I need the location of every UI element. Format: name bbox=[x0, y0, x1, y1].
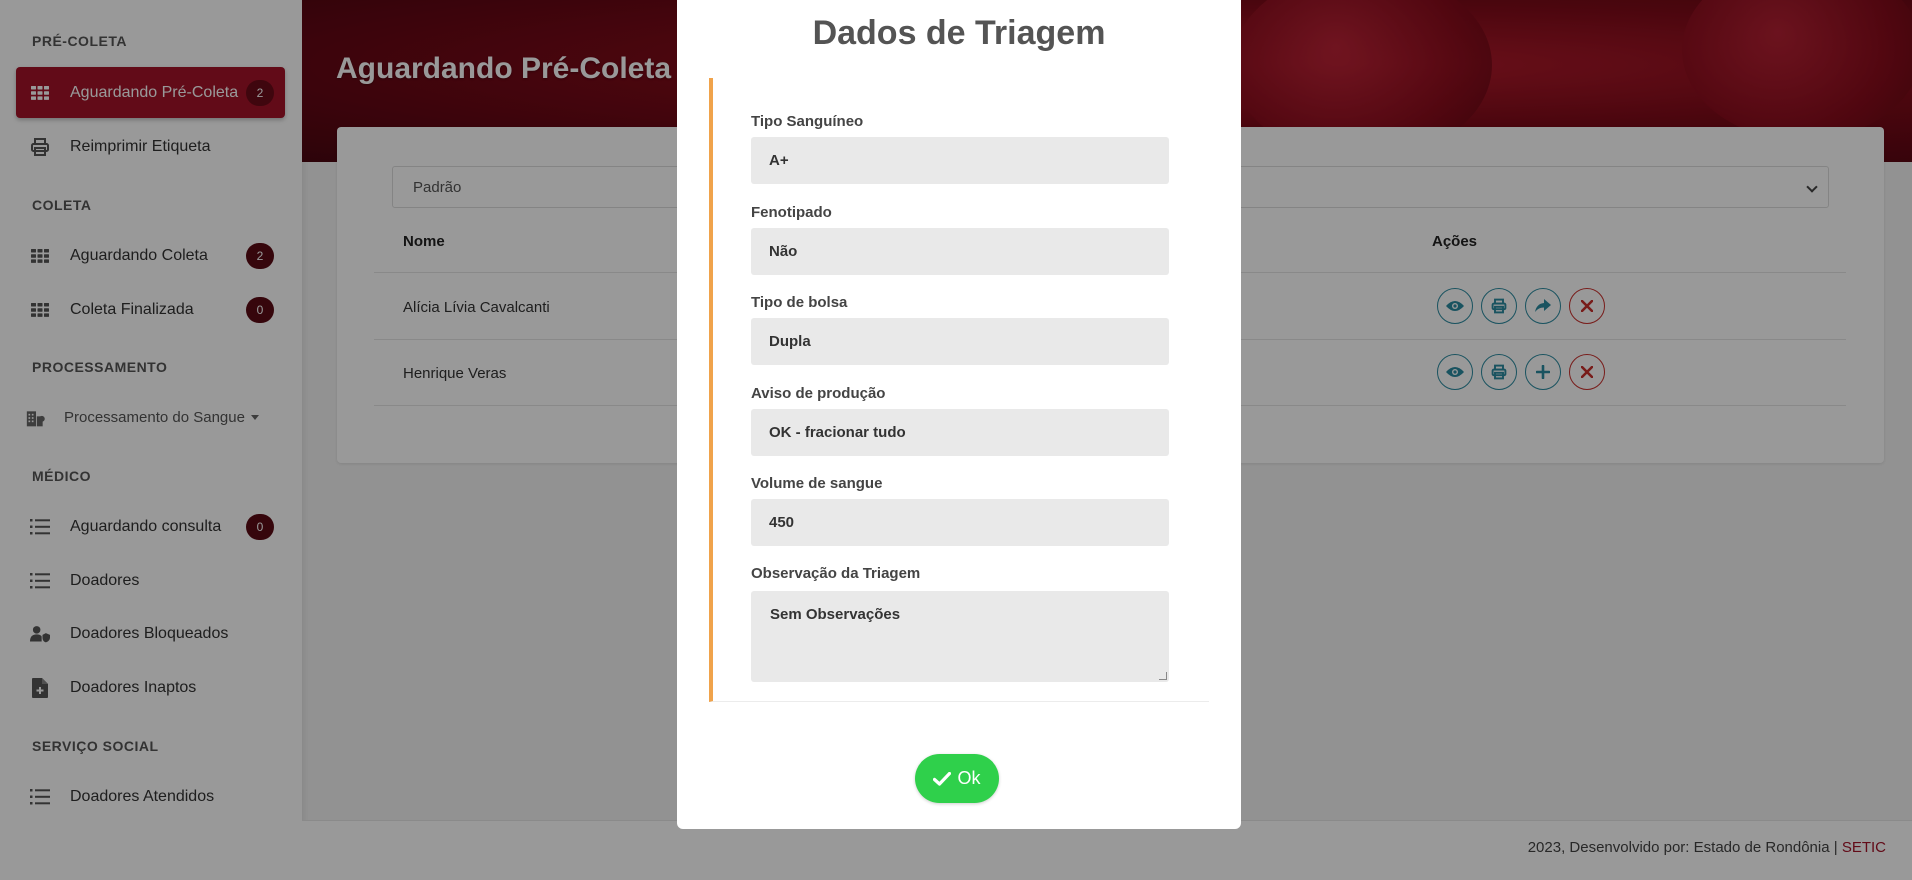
field-label: Tipo Sanguíneo bbox=[751, 113, 864, 130]
tipo-de-bolsa-field[interactable]: Dupla bbox=[751, 318, 1169, 365]
field-label: Aviso de produção bbox=[751, 385, 886, 402]
resize-handle[interactable] bbox=[1159, 672, 1167, 680]
volume-de-sangue-field[interactable]: 450 bbox=[751, 499, 1169, 546]
field-label: Volume de sangue bbox=[751, 475, 883, 492]
tipo-sanguineo-field[interactable]: A+ bbox=[751, 137, 1169, 184]
observacao-text: Sem Observações bbox=[770, 606, 901, 623]
ok-label: Ok bbox=[957, 768, 981, 788]
triagem-modal: Dados de Triagem Tipo Sanguíneo A+ Fenot… bbox=[677, 0, 1241, 829]
field-label: Observação da Triagem bbox=[751, 565, 921, 582]
fenotipado-field[interactable]: Não bbox=[751, 228, 1169, 275]
aviso-de-producao-field[interactable]: OK - fracionar tudo bbox=[751, 409, 1169, 456]
ok-button[interactable]: Ok bbox=[915, 754, 999, 803]
observacao-da-triagem-field[interactable]: Sem Observações bbox=[751, 591, 1169, 682]
check-icon bbox=[933, 771, 952, 786]
field-label: Fenotipado bbox=[751, 204, 832, 221]
triagem-panel: Tipo Sanguíneo A+ Fenotipado Não Tipo de… bbox=[709, 78, 1209, 702]
modal-title: Dados de Triagem bbox=[812, 14, 1106, 52]
field-label: Tipo de bolsa bbox=[751, 294, 848, 311]
